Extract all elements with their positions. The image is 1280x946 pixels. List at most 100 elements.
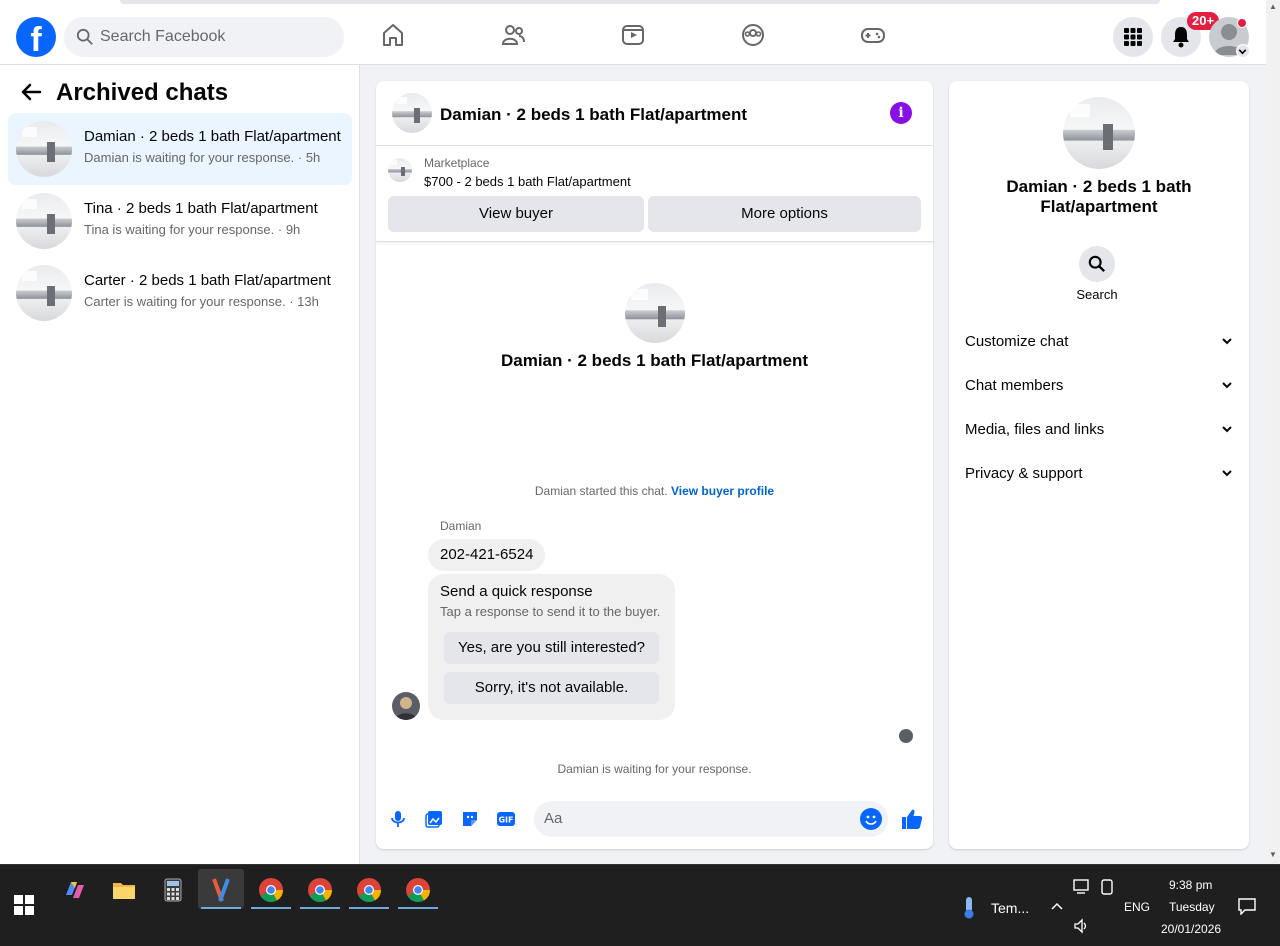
running-indicator: [251, 907, 291, 909]
volume-icon[interactable]: [1073, 918, 1091, 934]
microphone-icon[interactable]: [388, 809, 408, 829]
chevron-down-icon: [1222, 382, 1232, 389]
running-indicator: [398, 907, 438, 909]
windows-taskbar: Tem... ENG 9:38 pm Tuesday 20/01/2026: [0, 864, 1280, 946]
chat-started-notice: Damian started this chat. View buyer pro…: [376, 484, 933, 498]
marketplace-banner: Marketplace $700 - 2 beds 1 bath Flat/ap…: [376, 146, 933, 242]
started-text: Damian started this chat.: [534, 484, 668, 498]
chat-item-damian[interactable]: Damian · 2 beds 1 bath Flat/apartment Da…: [8, 113, 352, 185]
listing-thumbnail[interactable]: [392, 93, 432, 133]
sticker-icon[interactable]: [460, 809, 480, 829]
chat-members-section[interactable]: Chat members: [965, 365, 1233, 409]
chrome-profile-icon[interactable]: [405, 877, 431, 903]
friends-icon[interactable]: [500, 22, 526, 48]
chat-name: Tina · 2 beds 1 bath Flat/apartment: [84, 200, 318, 217]
running-indicator: [300, 907, 340, 909]
clock-date[interactable]: 20/01/2026: [1161, 922, 1221, 936]
gaming-icon[interactable]: [860, 22, 886, 48]
media-files-links-section[interactable]: Media, files and links: [965, 409, 1233, 453]
windows-start-icon[interactable]: [14, 895, 34, 915]
search-box[interactable]: Search Facebook: [64, 17, 344, 57]
archived-chats-panel: Archived chats Damian · 2 beds 1 bath Fl…: [0, 65, 360, 864]
listing-price[interactable]: $700 - 2 beds 1 bath Flat/apartment: [424, 174, 631, 189]
snipping-tool-icon[interactable]: [208, 877, 234, 903]
grid-menu-icon: [1124, 28, 1142, 46]
facebook-logo[interactable]: f: [16, 17, 56, 57]
message-input-placeholder: Aa: [544, 810, 563, 827]
device-icon[interactable]: [1099, 879, 1115, 895]
home-icon[interactable]: [380, 22, 406, 48]
quick-response-card: Send a quick response Tap a response to …: [428, 574, 675, 720]
chat-item-tina[interactable]: Tina · 2 beds 1 bath Flat/apartment Tina…: [8, 185, 352, 257]
search-input[interactable]: Search Facebook: [100, 28, 225, 46]
chat-name: Carter · 2 beds 1 bath Flat/apartment: [84, 272, 331, 289]
quick-reply-interested[interactable]: Yes, are you still interested?: [444, 632, 659, 664]
chat-status: Tina is waiting for your response. · 9h: [84, 222, 301, 237]
language-indicator[interactable]: ENG: [1124, 900, 1150, 914]
message-composer: GIF Aa: [376, 797, 933, 845]
browser-strip: [0, 0, 1266, 8]
account-dropdown-icon[interactable]: [1236, 44, 1250, 58]
quick-reply-not-available[interactable]: Sorry, it's not available.: [444, 672, 659, 704]
calculator-icon[interactable]: [160, 877, 186, 903]
search-in-conversation-button[interactable]: [1079, 246, 1115, 282]
search-icon: [76, 28, 93, 45]
conversation-panel: Damian · 2 beds 1 bath Flat/apartment i …: [376, 81, 933, 849]
menu-button[interactable]: [1113, 17, 1153, 57]
conversation-details-panel: Damian · 2 beds 1 bath Flat/apartment Se…: [949, 81, 1249, 849]
thermometer-icon[interactable]: [958, 895, 980, 919]
video-icon[interactable]: [620, 22, 646, 48]
listing-thumbnail: [16, 265, 72, 321]
chrome-profile-icon[interactable]: [356, 877, 382, 903]
info-icon[interactable]: i: [890, 102, 912, 124]
chat-item-carter[interactable]: Carter · 2 beds 1 bath Flat/apartment Ca…: [8, 257, 352, 329]
listing-thumbnail: [16, 193, 72, 249]
chat-status: Damian is waiting for your response. · 5…: [84, 150, 321, 165]
emoji-icon[interactable]: [860, 808, 882, 830]
scroll-up-icon[interactable]: ▲: [1269, 2, 1277, 11]
notification-center-icon[interactable]: [1237, 897, 1257, 915]
running-indicator: [201, 907, 241, 909]
more-options-button[interactable]: More options: [648, 196, 921, 232]
scroll-down-icon[interactable]: ▼: [1269, 850, 1277, 859]
browser-tab-edge: [120, 0, 1160, 4]
chat-name: Damian · 2 beds 1 bath Flat/apartment: [84, 128, 341, 145]
groups-icon[interactable]: [740, 22, 766, 48]
top-navigation: f Search Facebook 20+: [0, 0, 1266, 65]
chevron-down-icon: [1222, 470, 1232, 477]
view-buyer-profile-link[interactable]: View buyer profile: [671, 484, 774, 498]
network-icon[interactable]: [1073, 879, 1091, 895]
back-arrow-icon[interactable]: [20, 81, 42, 103]
file-explorer-icon[interactable]: [111, 877, 137, 903]
running-indicator: [349, 907, 389, 909]
page-title: Archived chats: [56, 79, 229, 106]
chrome-icon[interactable]: [258, 877, 284, 903]
message-bubble[interactable]: 202-421-6524: [428, 539, 546, 571]
clock-day[interactable]: Tuesday: [1169, 900, 1215, 914]
conversation-title[interactable]: Damian · 2 beds 1 bath Flat/apartment: [440, 105, 747, 125]
weather-text[interactable]: Tem...: [991, 900, 1029, 916]
copilot-icon[interactable]: [62, 877, 88, 903]
intro-title: Damian · 2 beds 1 bath Flat/apartment: [500, 351, 808, 370]
details-title: Damian · 2 beds 1 bath Flat/apartment: [1006, 177, 1192, 216]
view-buyer-button[interactable]: View buyer: [388, 196, 644, 232]
chrome-profile-icon[interactable]: [307, 877, 333, 903]
svg-text:GIF: GIF: [498, 816, 513, 825]
chevron-up-icon[interactable]: [1050, 899, 1064, 913]
quick-response-subtitle: Tap a response to send it to the buyer.: [440, 604, 661, 619]
photo-icon[interactable]: [424, 809, 444, 829]
waiting-notice: Damian is waiting for your response.: [557, 762, 752, 776]
thumbs-up-icon[interactable]: [900, 807, 924, 831]
marketplace-label: Marketplace: [424, 156, 490, 170]
clock-time[interactable]: 9:38 pm: [1169, 878, 1212, 892]
sender-avatar[interactable]: [392, 692, 420, 720]
profile-status-dot: [1237, 18, 1247, 28]
chevron-down-icon: [1222, 338, 1232, 345]
page-scrollbar[interactable]: ▲ ▼: [1266, 0, 1280, 864]
privacy-support-section[interactable]: Privacy & support: [965, 453, 1233, 497]
customize-chat-section[interactable]: Customize chat: [965, 321, 1233, 365]
gif-icon[interactable]: GIF: [496, 809, 516, 829]
search-label: Search: [1076, 287, 1118, 302]
search-icon: [1088, 255, 1106, 273]
message-input[interactable]: Aa: [534, 801, 888, 837]
